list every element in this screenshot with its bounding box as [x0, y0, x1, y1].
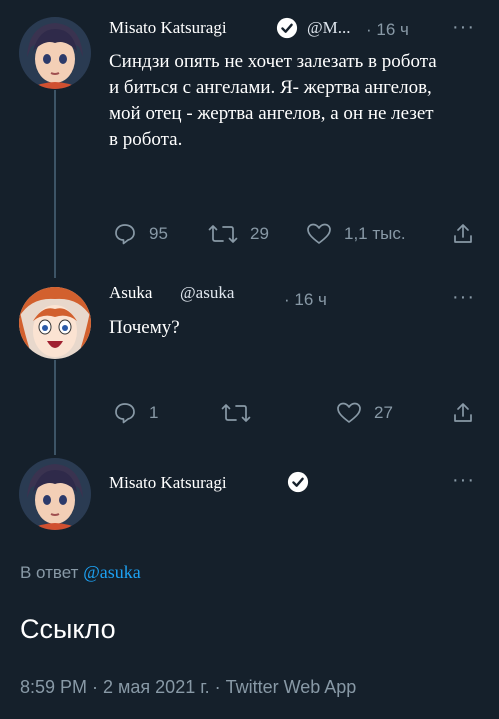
- more-options-icon[interactable]: ···: [452, 286, 475, 309]
- verified-badge-icon: [287, 471, 309, 498]
- like-button[interactable]: 1,1 тыс.: [306, 222, 406, 246]
- asuka-avatar-icon: [19, 287, 91, 359]
- reply-icon: [115, 403, 135, 424]
- misato-avatar-icon: [19, 458, 91, 530]
- more-options-icon[interactable]: ···: [452, 16, 475, 39]
- reply-count: 95: [149, 224, 168, 243]
- reply-button[interactable]: 95: [113, 222, 168, 246]
- reply-icon: [115, 224, 135, 245]
- author-name[interactable]: Misato Katsuragi: [109, 18, 227, 38]
- like-count: 27: [374, 403, 393, 422]
- tweet-text: Почему?: [109, 317, 180, 338]
- share-button[interactable]: [451, 401, 475, 425]
- heart-icon: [337, 402, 361, 423]
- author-handle[interactable]: @M...: [307, 18, 351, 38]
- avatar[interactable]: [19, 458, 91, 530]
- tweet-time[interactable]: · 16 ч: [366, 20, 409, 40]
- heart-icon: [307, 223, 331, 244]
- retweet-button[interactable]: [221, 401, 251, 425]
- retweet-icon: [221, 404, 251, 422]
- reply-context: В ответ @asuka: [20, 562, 141, 583]
- author-name[interactable]: Misato Katsuragi: [109, 473, 227, 493]
- reply-count: 1: [149, 403, 159, 422]
- tweet-time[interactable]: · 16 ч: [284, 290, 327, 310]
- more-options-icon[interactable]: ···: [452, 469, 475, 492]
- author-handle[interactable]: @asuka: [180, 283, 234, 303]
- thread-line: [54, 360, 56, 455]
- misato-avatar-icon: [19, 17, 91, 89]
- reply-prefix: В ответ: [20, 563, 79, 582]
- share-button[interactable]: [451, 222, 475, 246]
- share-icon: [454, 403, 472, 422]
- reply-handle-link[interactable]: @asuka: [83, 562, 141, 582]
- reply-button[interactable]: 1: [113, 401, 158, 425]
- retweet-button[interactable]: 29: [208, 222, 269, 246]
- tweet-meta[interactable]: 8:59 PM · 2 мая 2021 г. · Twitter Web Ap…: [20, 677, 356, 698]
- main-tweet-text: Ссыкло: [20, 614, 116, 644]
- like-count: 1,1 тыс.: [344, 224, 406, 243]
- verified-badge-icon: [276, 17, 298, 44]
- author-name[interactable]: Asuka: [109, 283, 152, 303]
- share-icon: [454, 224, 472, 243]
- tweet-text: Синдзи опять не хочет залезать в робота …: [109, 51, 437, 150]
- retweet-count: 29: [250, 224, 269, 243]
- like-button[interactable]: 27: [336, 401, 393, 425]
- avatar[interactable]: [19, 287, 91, 359]
- retweet-icon: [208, 225, 238, 243]
- thread-line: [54, 90, 56, 278]
- avatar[interactable]: [19, 17, 91, 89]
